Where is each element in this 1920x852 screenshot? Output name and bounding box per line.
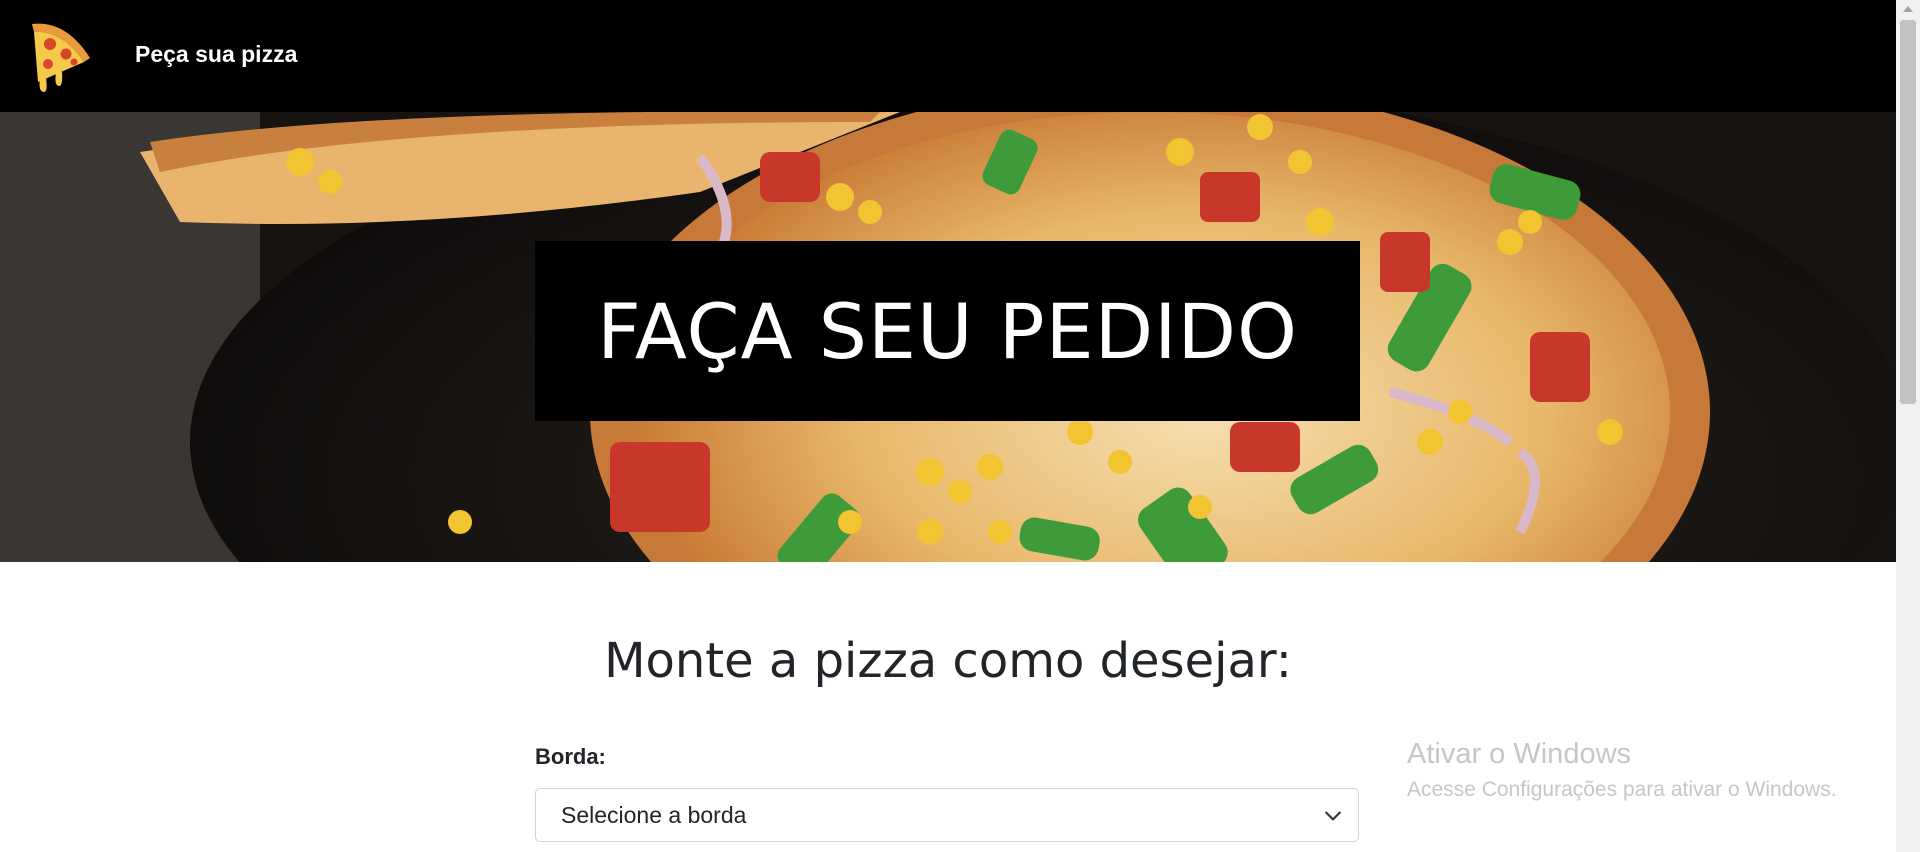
borda-select[interactable]: Selecione a borda	[535, 788, 1359, 842]
vertical-scrollbar[interactable]	[1896, 0, 1920, 852]
navbar: Peça sua pizza	[0, 0, 1896, 112]
section-heading: Monte a pizza como desejar:	[604, 633, 1292, 689]
pizza-slice-icon[interactable]	[26, 16, 94, 96]
brand-link[interactable]: Peça sua pizza	[135, 41, 297, 68]
hero-banner: FAÇA SEU PEDIDO	[0, 112, 1896, 562]
chevron-down-icon	[1325, 811, 1341, 821]
scrollbar-thumb[interactable]	[1900, 20, 1916, 404]
windows-watermark-subtitle: Acesse Configurações para ativar o Windo…	[1407, 778, 1837, 801]
borda-label: Borda:	[535, 744, 606, 769]
borda-select-value: Selecione a borda	[561, 801, 747, 828]
scroll-up-arrow-icon[interactable]	[1903, 6, 1913, 12]
page: Peça sua pizza FAÇA SEU PEDIDO Monte a p…	[0, 0, 1920, 852]
windows-watermark-title: Ativar o Windows	[1407, 738, 1632, 770]
hero-title: FAÇA SEU PEDIDO	[597, 286, 1298, 376]
hero-title-box: FAÇA SEU PEDIDO	[535, 241, 1360, 421]
